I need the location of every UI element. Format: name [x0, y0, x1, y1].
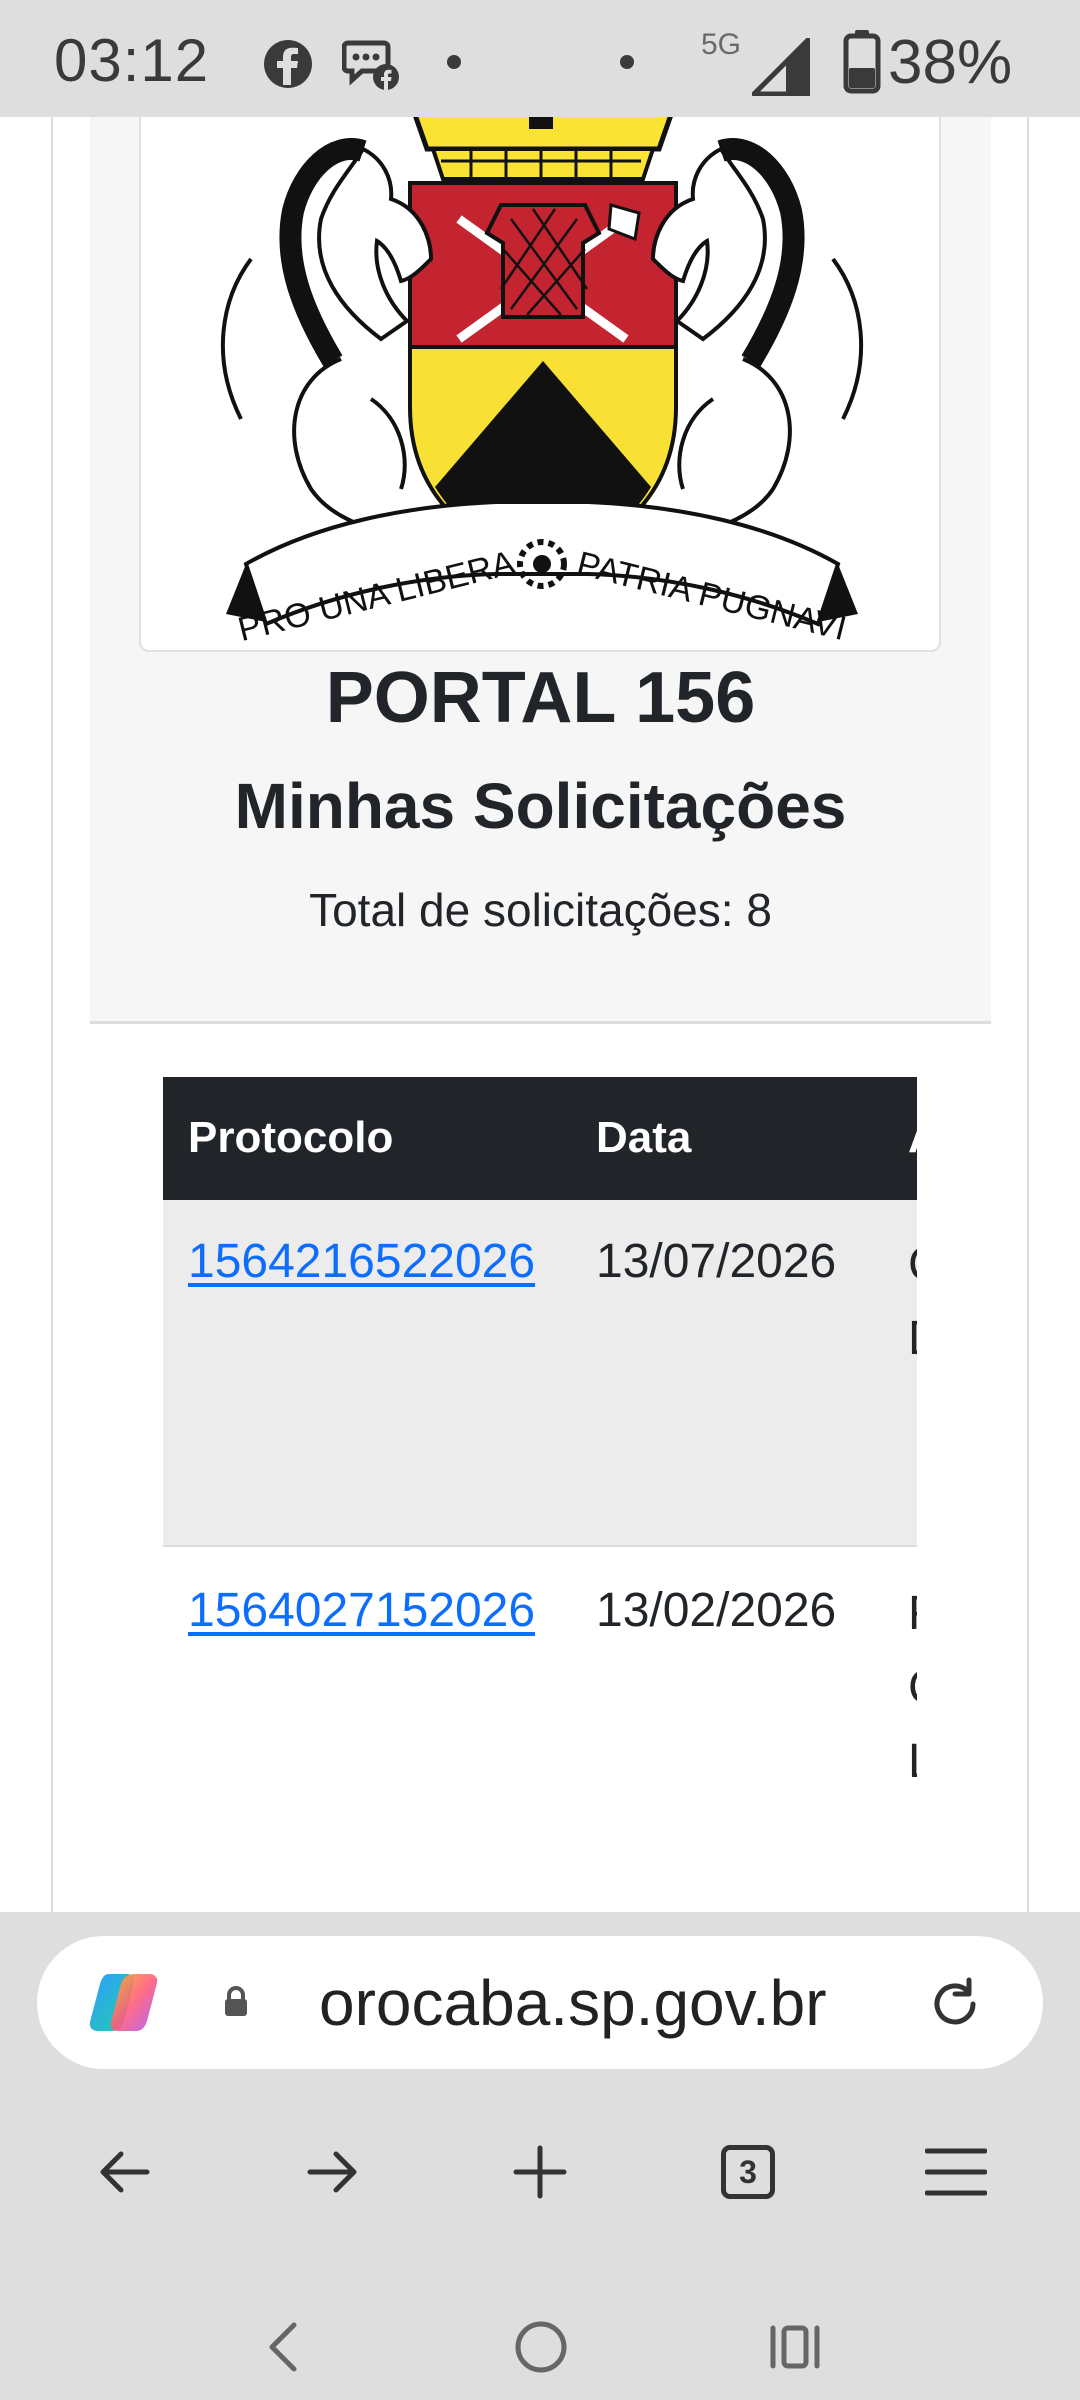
- copilot-icon[interactable]: [87, 1970, 161, 2036]
- protocol-link[interactable]: 1564216522026: [188, 1234, 535, 1289]
- lock-icon: [225, 1986, 247, 2016]
- facebook-icon: [264, 40, 312, 88]
- protocol-link[interactable]: 1564027152026: [188, 1583, 535, 1638]
- page-title: PORTAL 156: [325, 658, 756, 738]
- coat-of-arms-logo: PRO UNA LIBERA PATRIA PUGNAVI: [220, 117, 864, 649]
- requests-table[interactable]: Protocolo Data A 1564216522026 13/07/202…: [163, 1077, 917, 1912]
- new-tab-icon: [513, 2145, 567, 2199]
- column-header-data: Data: [596, 1113, 692, 1162]
- requests-total: Total de solicitações: 8: [309, 884, 772, 936]
- reload-icon[interactable]: [925, 1974, 985, 2034]
- nav-home-icon: [515, 2321, 567, 2373]
- forward-button[interactable]: [272, 2112, 392, 2232]
- tabs-icon: 3: [721, 2145, 775, 2199]
- battery-icon: [843, 30, 881, 94]
- request-date: 13/07/2026: [596, 1235, 837, 1288]
- column-header-truncated: A: [908, 1113, 917, 1163]
- status-bar: 03:12 5G 38%: [0, 0, 1080, 117]
- hero-section: PRO UNA LIBERA PATRIA PUGNAVI PORTAL 156…: [90, 117, 991, 1024]
- back-button[interactable]: [65, 2112, 185, 2232]
- column-header-protocolo: Protocolo: [188, 1113, 394, 1162]
- frame-border: [1027, 117, 1029, 1912]
- status-time: 03:12: [54, 27, 210, 94]
- nav-back-icon: [269, 2322, 297, 2372]
- dot-icon: [447, 55, 461, 69]
- url-text[interactable]: orocaba.sp.gov.br: [319, 1966, 827, 2040]
- page-subtitle: Minhas Solicitações: [234, 770, 847, 842]
- tabs-button[interactable]: 3: [688, 2112, 808, 2232]
- forward-icon: [307, 2151, 357, 2193]
- signal-icon: [752, 38, 810, 96]
- frame-border: [51, 117, 53, 1912]
- coat-of-arms-card: PRO UNA LIBERA PATRIA PUGNAVI: [139, 117, 941, 652]
- truncated-cell: FCL: [908, 1577, 917, 1799]
- address-bar[interactable]: orocaba.sp.gov.br: [37, 1936, 1043, 2069]
- table-row: 1564027152026 13/02/2026 FCL: [163, 1549, 917, 1912]
- network-type: 5G: [701, 28, 742, 61]
- table-header: Protocolo Data A: [163, 1077, 917, 1200]
- table-row: 1564216522026 13/07/2026 CD: [163, 1200, 917, 1547]
- truncated-cell: CD: [908, 1228, 917, 1376]
- request-date: 13/02/2026: [596, 1584, 837, 1637]
- back-icon: [100, 2151, 150, 2193]
- dot-icon: [620, 55, 634, 69]
- messenger-facebook-icon: [342, 40, 399, 90]
- web-content: PRO UNA LIBERA PATRIA PUGNAVI PORTAL 156…: [0, 117, 1080, 1912]
- menu-button[interactable]: [896, 2112, 1016, 2232]
- new-tab-button[interactable]: [480, 2112, 600, 2232]
- nav-recents-icon: [770, 2325, 820, 2369]
- screen: 03:12 5G 38% PRO UNA LIBERA PATRIA PUGNA…: [0, 0, 1080, 2400]
- system-home-button[interactable]: [481, 2287, 601, 2400]
- menu-icon: [925, 2148, 987, 2196]
- browser-toolbar: orocaba.sp.gov.br 3: [0, 1912, 1080, 2400]
- system-recents-button[interactable]: [735, 2287, 855, 2400]
- system-back-button[interactable]: [222, 2287, 342, 2400]
- battery-percent: 38%: [888, 28, 1013, 97]
